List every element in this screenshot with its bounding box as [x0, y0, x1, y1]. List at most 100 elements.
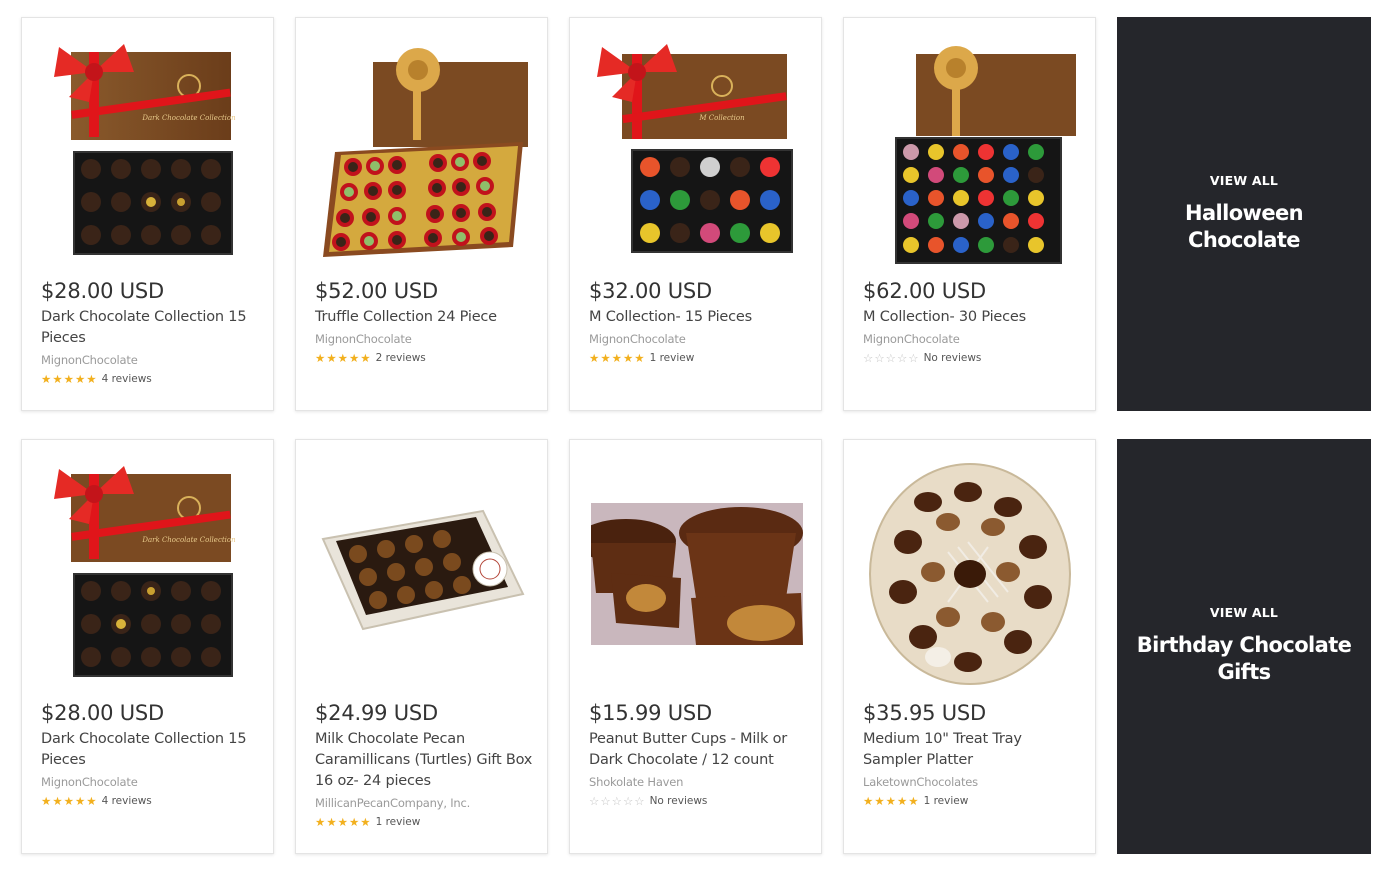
star-rating: ☆ ☆ ☆ ☆ ☆: [863, 352, 919, 364]
product-vendor: MignonChocolate: [41, 353, 138, 367]
product-image[interactable]: [570, 454, 823, 694]
product-title[interactable]: Milk Chocolate Pecan Caramillicans (Turt…: [315, 729, 537, 792]
star-filled-icon: ★: [908, 794, 919, 808]
product-title[interactable]: Dark Chocolate Collection 15 Pieces: [41, 729, 263, 771]
product-card[interactable]: $35.95 USD Medium 10" Treat Tray Sampler…: [843, 439, 1096, 854]
star-filled-icon: ★: [360, 815, 371, 829]
collection-promo-birthday[interactable]: VIEW ALL Birthday Chocolate Gifts: [1117, 439, 1371, 854]
star-filled-icon: ★: [74, 372, 86, 386]
star-filled-icon: ★: [348, 351, 360, 365]
star-empty-icon: ☆: [896, 351, 908, 365]
star-filled-icon: ★: [360, 351, 371, 365]
product-rating: ☆ ☆ ☆ ☆ ☆ No reviews: [589, 794, 811, 808]
review-count: No reviews: [649, 795, 708, 807]
review-count: 1 review: [649, 352, 695, 364]
star-filled-icon: ★: [326, 351, 337, 365]
product-rating: ★ ★ ★ ★ ★ 4 reviews: [41, 372, 263, 386]
product-card[interactable]: M Collection $32.00 USD M Collection- 15…: [569, 17, 822, 411]
product-image[interactable]: Dark Chocolate Collection: [22, 454, 275, 694]
star-rating: ☆ ☆ ☆ ☆ ☆: [589, 795, 645, 807]
product-title[interactable]: Truffle Collection 24 Piece: [315, 307, 537, 328]
star-filled-icon: ★: [86, 372, 97, 386]
review-count: 2 reviews: [375, 352, 426, 364]
product-image[interactable]: Dark Chocolate Collection: [22, 32, 275, 272]
collection-promo-halloween[interactable]: VIEW ALL Halloween Chocolate: [1117, 17, 1371, 411]
star-filled-icon: ★: [896, 794, 908, 808]
star-filled-icon: ★: [52, 372, 63, 386]
product-card[interactable]: $15.99 USD Peanut Butter Cups - Milk or …: [569, 439, 822, 854]
star-filled-icon: ★: [74, 794, 86, 808]
product-price: $32.00 USD: [589, 279, 713, 303]
star-empty-icon: ☆: [634, 794, 645, 808]
star-filled-icon: ★: [315, 815, 326, 829]
star-empty-icon: ☆: [908, 351, 919, 365]
star-filled-icon: ★: [589, 351, 600, 365]
product-price: $15.99 USD: [589, 701, 713, 725]
star-filled-icon: ★: [337, 351, 348, 365]
product-image[interactable]: [296, 454, 549, 694]
product-card[interactable]: Dark Chocolate Collection $28.00 USD Dar…: [21, 17, 274, 411]
star-filled-icon: ★: [326, 815, 337, 829]
star-filled-icon: ★: [622, 351, 634, 365]
view-all-link[interactable]: VIEW ALL: [1210, 173, 1278, 188]
star-filled-icon: ★: [315, 351, 326, 365]
product-vendor: MignonChocolate: [863, 332, 960, 346]
star-filled-icon: ★: [41, 794, 52, 808]
product-vendor: LaketownChocolates: [863, 775, 978, 789]
star-empty-icon: ☆: [863, 351, 874, 365]
star-filled-icon: ★: [874, 794, 885, 808]
star-filled-icon: ★: [337, 815, 348, 829]
review-count: 1 review: [375, 816, 421, 828]
product-rating: ★ ★ ★ ★ ★ 1 review: [589, 351, 811, 365]
product-card[interactable]: $24.99 USD Milk Chocolate Pecan Caramill…: [295, 439, 548, 854]
product-image[interactable]: [844, 32, 1097, 272]
star-empty-icon: ☆: [885, 351, 896, 365]
product-title[interactable]: Medium 10" Treat Tray Sampler Platter: [863, 729, 1085, 771]
product-vendor: MignonChocolate: [589, 332, 686, 346]
product-title[interactable]: M Collection- 15 Pieces: [589, 307, 811, 328]
product-price: $28.00 USD: [41, 701, 165, 725]
star-filled-icon: ★: [600, 351, 611, 365]
product-card[interactable]: $62.00 USD M Collection- 30 Pieces Migno…: [843, 17, 1096, 411]
review-count: 4 reviews: [101, 373, 152, 385]
product-vendor: MignonChocolate: [315, 332, 412, 346]
product-vendor: Shokolate Haven: [589, 775, 684, 789]
product-vendor: MillicanPecanCompany, Inc.: [315, 796, 471, 810]
svg-text:M Collection: M Collection: [698, 114, 745, 122]
view-all-link[interactable]: VIEW ALL: [1210, 605, 1278, 620]
star-filled-icon: ★: [63, 372, 74, 386]
product-title[interactable]: Peanut Butter Cups - Milk or Dark Chocol…: [589, 729, 811, 771]
product-image[interactable]: [296, 32, 549, 272]
star-rating: ★ ★ ★ ★ ★: [589, 352, 645, 364]
product-rating: ★ ★ ★ ★ ★ 1 review: [863, 794, 1085, 808]
product-price: $24.99 USD: [315, 701, 439, 725]
review-count: 1 review: [923, 795, 969, 807]
star-empty-icon: ☆: [622, 794, 634, 808]
product-card[interactable]: Dark Chocolate Collection $28.00 USD Dar…: [21, 439, 274, 854]
collection-title[interactable]: Halloween Chocolate: [1129, 200, 1359, 254]
star-filled-icon: ★: [863, 794, 874, 808]
product-vendor: MignonChocolate: [41, 775, 138, 789]
product-title[interactable]: M Collection- 30 Pieces: [863, 307, 1085, 328]
star-empty-icon: ☆: [600, 794, 611, 808]
collection-title[interactable]: Birthday Chocolate Gifts: [1129, 632, 1359, 686]
star-rating: ★ ★ ★ ★ ★: [863, 795, 919, 807]
star-filled-icon: ★: [885, 794, 896, 808]
product-image[interactable]: [844, 454, 1097, 694]
star-empty-icon: ☆: [611, 794, 622, 808]
product-rating: ★ ★ ★ ★ ★ 2 reviews: [315, 351, 537, 365]
product-image[interactable]: M Collection: [570, 32, 823, 272]
product-title[interactable]: Dark Chocolate Collection 15 Pieces: [41, 307, 263, 349]
product-card[interactable]: $52.00 USD Truffle Collection 24 Piece M…: [295, 17, 548, 411]
product-rating: ★ ★ ★ ★ ★ 4 reviews: [41, 794, 263, 808]
svg-text:Dark Chocolate Collection: Dark Chocolate Collection: [141, 536, 236, 544]
star-filled-icon: ★: [348, 815, 360, 829]
star-empty-icon: ☆: [589, 794, 600, 808]
star-rating: ★ ★ ★ ★ ★: [315, 816, 371, 828]
product-price: $35.95 USD: [863, 701, 987, 725]
svg-text:Dark Chocolate Collection: Dark Chocolate Collection: [141, 114, 236, 122]
star-filled-icon: ★: [634, 351, 645, 365]
product-price: $52.00 USD: [315, 279, 439, 303]
star-filled-icon: ★: [86, 794, 97, 808]
star-filled-icon: ★: [611, 351, 622, 365]
